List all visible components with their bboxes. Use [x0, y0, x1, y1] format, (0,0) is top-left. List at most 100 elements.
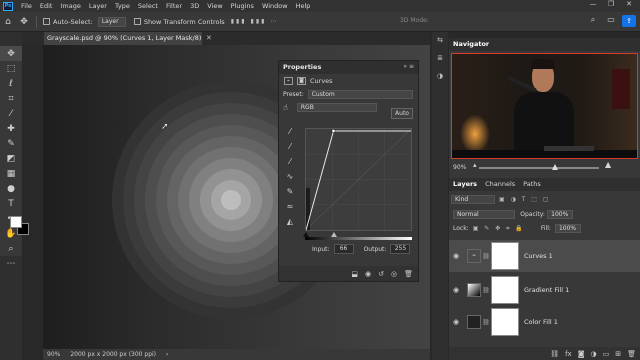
eye-icon[interactable]: ◉	[449, 252, 463, 260]
visibility-icon[interactable]: ◎	[391, 270, 397, 278]
channel-dropdown[interactable]: RGB	[296, 103, 377, 112]
menu-filter[interactable]: Filter	[162, 2, 186, 10]
link-icon[interactable]: ⛓	[481, 287, 491, 294]
status-arrow-icon[interactable]: ›	[166, 349, 168, 360]
curve-draw-pencil-icon[interactable]: ✎	[283, 187, 297, 202]
menu-layer[interactable]: Layer	[85, 2, 111, 10]
menu-plugins[interactable]: Plugins	[227, 2, 258, 10]
curves-graph[interactable]	[305, 128, 412, 231]
lasso-tool-icon[interactable]: ℓ	[0, 76, 22, 91]
close-button[interactable]: ✕	[620, 0, 638, 8]
layer-name[interactable]: Color Fill 1	[524, 318, 558, 326]
menu-file[interactable]: File	[17, 2, 36, 10]
document-tab[interactable]: Grayscale.psd @ 90% (Curves 1, Layer Mas…	[44, 32, 202, 55]
white-point-eyedropper-icon[interactable]: ⁄	[283, 157, 297, 172]
smooth-curve-icon[interactable]: ≈	[283, 202, 297, 217]
tab-navigator[interactable]: Navigator	[453, 38, 489, 51]
black-point-eyedropper-icon[interactable]: ⁄	[283, 127, 297, 142]
slider-knob[interactable]	[552, 164, 558, 170]
crop-tool-icon[interactable]: ⌗	[0, 91, 22, 106]
close-tab-icon[interactable]: ✕	[206, 32, 212, 45]
link-icon[interactable]: ⛓	[481, 319, 491, 326]
zoom-out-icon[interactable]: ▴	[473, 161, 477, 169]
add-mask-icon[interactable]: ◙	[578, 350, 585, 358]
more-tools-icon[interactable]: ⋯	[0, 256, 22, 271]
menu-image[interactable]: Image	[56, 2, 84, 10]
menu-3d[interactable]: 3D	[186, 2, 203, 10]
status-zoom[interactable]: 90%	[47, 349, 60, 360]
home-icon[interactable]: ⌂	[0, 17, 16, 27]
layer-name[interactable]: Gradient Fill 1	[524, 286, 569, 294]
layer-mask-thumbnail[interactable]	[491, 242, 519, 270]
target-adjust-icon[interactable]: ☝	[283, 103, 288, 112]
preset-dropdown[interactable]: Custom	[307, 90, 413, 99]
layer-mask-thumbnail[interactable]	[491, 308, 519, 336]
workspace-icon[interactable]: ▭	[604, 15, 618, 27]
maximize-button[interactable]: ❐	[602, 0, 620, 8]
move-tool-icon[interactable]: ✥	[0, 46, 22, 61]
new-adjustment-icon[interactable]: ◑	[591, 350, 597, 358]
layer-mask-thumbnail[interactable]	[491, 276, 519, 304]
show-transform-checkbox[interactable]	[133, 18, 141, 25]
eyedropper-tool-icon[interactable]: ⁄	[0, 106, 22, 121]
auto-select-dropdown[interactable]: Layer	[97, 16, 126, 27]
menu-help[interactable]: Help	[292, 2, 315, 10]
brush-tool-icon[interactable]: ✎	[0, 136, 22, 151]
tab-channels[interactable]: Channels	[485, 178, 515, 191]
type-tool-icon[interactable]: T	[0, 196, 22, 211]
layer-curves[interactable]: ◉ ⌁ ⛓ Curves 1	[449, 240, 640, 272]
input-field[interactable]: 66	[333, 244, 354, 254]
layer-gradient-fill[interactable]: ◉ ⛓ Gradient Fill 1	[449, 274, 640, 306]
gradient-tool-icon[interactable]: ▦	[0, 166, 22, 181]
panel-menu-icon[interactable]: » ≡	[403, 63, 414, 70]
fx-icon[interactable]: fx	[565, 350, 572, 358]
eye-icon[interactable]: ◉	[449, 318, 463, 326]
minimize-button[interactable]: —	[584, 0, 602, 8]
properties-icon[interactable]: ≣	[432, 54, 448, 68]
output-field[interactable]: 255	[390, 244, 411, 254]
eye-icon[interactable]: ◉	[449, 286, 463, 294]
navigator-zoom-value[interactable]: 90%	[453, 164, 466, 171]
fill-field[interactable]: 100%	[554, 224, 581, 233]
menu-view[interactable]: View	[203, 2, 226, 10]
menu-window[interactable]: Window	[258, 2, 292, 10]
filter-icons[interactable]: ▣ ◑ T ⬚ ▢	[499, 196, 551, 203]
blend-mode-dropdown[interactable]: Normal	[453, 210, 515, 219]
gray-point-eyedropper-icon[interactable]: ⁄	[283, 142, 297, 157]
zoom-tool-icon[interactable]: ⌕	[0, 241, 22, 256]
align-icons[interactable]: ▮▮▮ ▮▮▮ ⋯	[231, 18, 279, 25]
menu-select[interactable]: Select	[134, 2, 162, 10]
navigator-zoom-slider[interactable]	[479, 164, 599, 170]
layer-color-fill[interactable]: ◉ ⛓ Color Fill 1	[449, 306, 640, 338]
tab-paths[interactable]: Paths	[523, 178, 541, 191]
clipping-warning-icon[interactable]: ◭	[283, 217, 297, 232]
search-icon[interactable]: ⌕	[586, 15, 600, 27]
tab-layers[interactable]: Layers	[453, 178, 477, 191]
foreground-color-swatch[interactable]	[10, 216, 22, 228]
new-group-icon[interactable]: ▭	[603, 350, 610, 358]
link-icon[interactable]: ⛓	[481, 253, 491, 260]
zoom-in-icon[interactable]: ▲	[605, 160, 611, 169]
view-previous-state-icon[interactable]: ◉	[365, 270, 371, 278]
trash-icon[interactable]: 🗑	[404, 270, 413, 278]
link-layers-icon[interactable]: ⛓	[550, 350, 559, 358]
new-layer-icon[interactable]: ⊞	[615, 350, 621, 358]
layer-name[interactable]: Curves 1	[524, 252, 553, 260]
dodge-tool-icon[interactable]: ●	[0, 181, 22, 196]
clip-to-layer-icon[interactable]: ⬓	[351, 270, 358, 278]
trash-icon[interactable]: 🗑	[627, 350, 636, 358]
navigator-preview[interactable]	[451, 53, 638, 159]
curve-edit-points-icon[interactable]: ∿	[283, 172, 297, 187]
lock-icons[interactable]: ▣ ✎ ✥ ⌗ 🔒	[473, 225, 525, 233]
healing-tool-icon[interactable]: ✚	[0, 121, 22, 136]
mask-icon[interactable]: ◙	[297, 77, 306, 85]
opacity-field[interactable]: 100%	[547, 210, 574, 219]
auto-select-checkbox[interactable]	[43, 18, 50, 25]
adjustments-icon[interactable]: ◑	[432, 72, 448, 86]
marquee-tool-icon[interactable]: ⬚	[0, 61, 22, 76]
history-icon[interactable]: ⇆	[432, 36, 448, 50]
curve-point[interactable]	[331, 129, 336, 133]
reset-icon[interactable]: ↺	[378, 270, 384, 278]
menu-type[interactable]: Type	[111, 2, 134, 10]
filter-kind-dropdown[interactable]: Kind	[451, 195, 495, 204]
